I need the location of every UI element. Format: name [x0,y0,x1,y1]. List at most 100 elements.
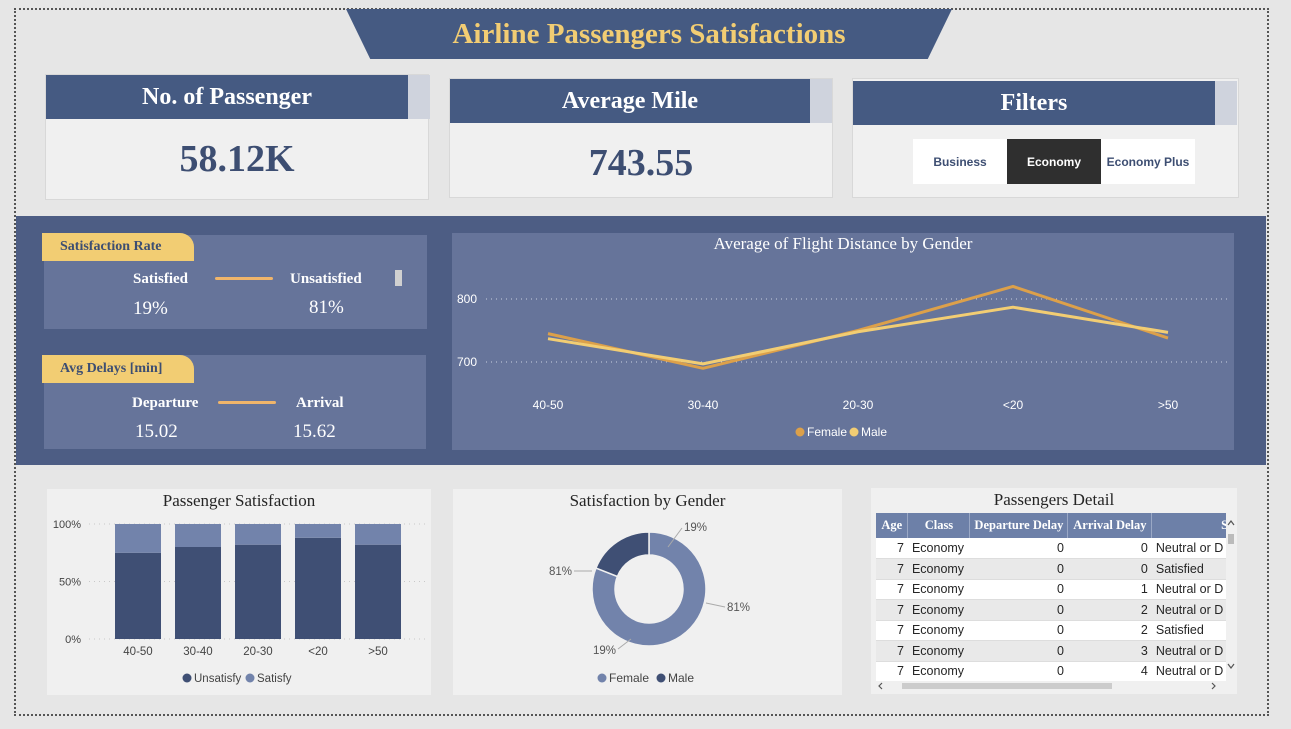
table-cell-departure-delay: 0 [969,599,1068,621]
bar-unsatisfy[interactable] [175,547,221,639]
table-cell-satisfaction: Neutral or D [1151,640,1226,662]
table-cell-arrival-delay: 0 [1067,558,1152,580]
bar-satisfy[interactable] [355,524,401,545]
table-cell-departure-delay: 0 [969,661,1068,681]
chevron-up-icon[interactable] [1227,520,1235,526]
leader-line [705,602,726,608]
average-mile-card: Average Mile 743.55 [449,78,833,198]
satisfied-value: 19% [133,298,168,319]
bar-satisfy[interactable] [235,524,281,545]
table-row[interactable]: 7 Economy 0 1 Neutral or D [876,579,1226,600]
average-mile-value: 743.55 [588,142,694,184]
filter-business-button[interactable]: Business [913,139,1007,184]
passenger-count-card: No. of Passenger 58.12K [45,74,430,200]
table-cell-departure-delay: 0 [969,640,1068,662]
table-row[interactable]: 7 Economy 0 0 Neutral or D [876,538,1226,559]
table-cell-age: 7 [876,538,908,559]
bar-chart-svg: 100% 50% 0% 40-50 30-40 20-30 <20 >50 Unsatisfy S… [53,519,427,685]
passenger-satisfaction-panel: Passenger Satisfaction 100% 50% 0% 40-50 30-… [47,489,431,695]
table-cell-departure-delay: 0 [969,538,1068,559]
arrival-value: 15.62 [293,421,336,442]
table-cell-class: Economy [907,599,970,621]
table-cell-class: Economy [907,538,970,559]
legend-marker-female [795,427,805,437]
vertical-scrollbar[interactable] [1227,518,1235,672]
table-row[interactable]: 7 Economy 0 0 Satisfied [876,558,1226,580]
connector-line [218,401,276,404]
card-tab [810,79,832,123]
filters-label: Filters [853,81,1215,125]
x-tick-label: 20-30 [243,646,272,658]
column-header-departure-delay[interactable]: Departure Delay [969,513,1069,538]
table-cell-arrival-delay: 2 [1067,620,1152,641]
table-row[interactable]: 7 Economy 0 2 Neutral or D [876,599,1226,621]
column-header-class[interactable]: Class [907,513,971,538]
table-row[interactable]: 7 Economy 0 2 Satisfied [876,620,1226,641]
legend-label: Satisfy [257,673,292,685]
bar-satisfy[interactable] [115,524,161,553]
y-tick-label: 800 [457,292,477,306]
table-cell-departure-delay: 0 [969,579,1068,600]
page-title: Airline Passengers Satisfactions [452,17,846,50]
table-cell-age: 7 [876,558,908,580]
table-body: 7 Economy 0 0 Neutral or D 7 Economy 0 0 Satisfie… [876,538,1226,681]
column-header-satisfaction[interactable]: Satisf [1151,513,1226,538]
donut-data-label: 81% [549,566,572,578]
y-tick-label: 700 [457,355,477,369]
bar-satisfy[interactable] [295,524,341,538]
scrollbar-thumb[interactable] [1228,534,1234,544]
satisfied-label: Satisfied [133,271,189,287]
donut-data-label: 19% [593,645,616,657]
table-cell-satisfaction: Satisfied [1151,558,1226,580]
scrollbar-handle[interactable] [395,270,402,286]
y-tick-label: 100% [53,519,81,531]
bar-unsatisfy[interactable] [235,544,281,639]
table-cell-class: Economy [907,558,970,580]
flight-distance-line-chart: Average of Flight Distance by Gender 800… [452,233,1234,450]
x-tick-label: >50 [1158,398,1179,412]
line-chart-svg: Average of Flight Distance by Gender 800… [457,234,1230,439]
avg-delays-card: Avg Delays [min] Departure Arrival 15.02… [42,355,426,449]
chevron-left-icon[interactable] [878,682,883,690]
table-row[interactable]: 7 Economy 0 4 Neutral or D [876,661,1226,681]
y-tick-label: 50% [59,577,81,589]
filter-economy-button[interactable]: Economy [1007,139,1101,184]
table-cell-arrival-delay: 3 [1067,640,1152,662]
satisfaction-rate-tag: Satisfaction Rate [42,233,194,261]
table-row[interactable]: 7 Economy 0 3 Neutral or D [876,640,1226,662]
table-cell-departure-delay: 0 [969,558,1068,580]
table-cell-age: 7 [876,640,908,662]
table-header-row: Age Class Departure Delay Arrival Delay … [876,513,1226,538]
passenger-count-label: No. of Passenger [46,75,408,119]
bar-satisfy[interactable] [175,524,221,547]
avg-delays-tag: Avg Delays [min] [42,355,194,383]
satisfaction-by-gender-panel: Satisfaction by Gender 19% 81% 81% 19% Femal… [453,489,842,695]
chevron-right-icon[interactable] [1211,682,1216,690]
column-header-age[interactable]: Age [876,513,909,538]
detail-table-wrap: Age Class Departure Delay Arrival Delay … [876,513,1226,681]
card-tab [1215,81,1237,125]
scrollbar-thumb[interactable] [902,683,1112,689]
legend-label: Male [861,425,887,439]
bar-unsatisfy[interactable] [295,537,341,639]
chevron-down-icon[interactable] [1227,663,1235,669]
column-header-arrival-delay[interactable]: Arrival Delay [1067,513,1153,538]
line-chart-title: Average of Flight Distance by Gender [714,234,973,253]
donut-slice-male[interactable] [595,531,650,578]
legend-label: Unsatisfy [194,673,242,685]
x-tick-label: 40-50 [533,398,564,412]
x-tick-label: >50 [368,646,388,658]
bar-unsatisfy[interactable] [355,544,401,639]
table-cell-satisfaction: Neutral or D [1151,661,1226,681]
legend-label: Male [668,671,694,685]
satisfaction-rate-card: Satisfaction Rate Satisfied Unsatisfied … [42,233,427,329]
horizontal-scrollbar[interactable] [876,681,1218,691]
card-tab [408,75,430,119]
x-tick-label: 30-40 [183,646,212,658]
legend-label: Female [609,671,649,685]
table-cell-age: 7 [876,579,908,600]
bar-unsatisfy[interactable] [115,552,161,639]
filter-economy-plus-button[interactable]: Economy Plus [1101,139,1195,184]
x-tick-label: <20 [1003,398,1024,412]
departure-label: Departure [132,395,199,411]
